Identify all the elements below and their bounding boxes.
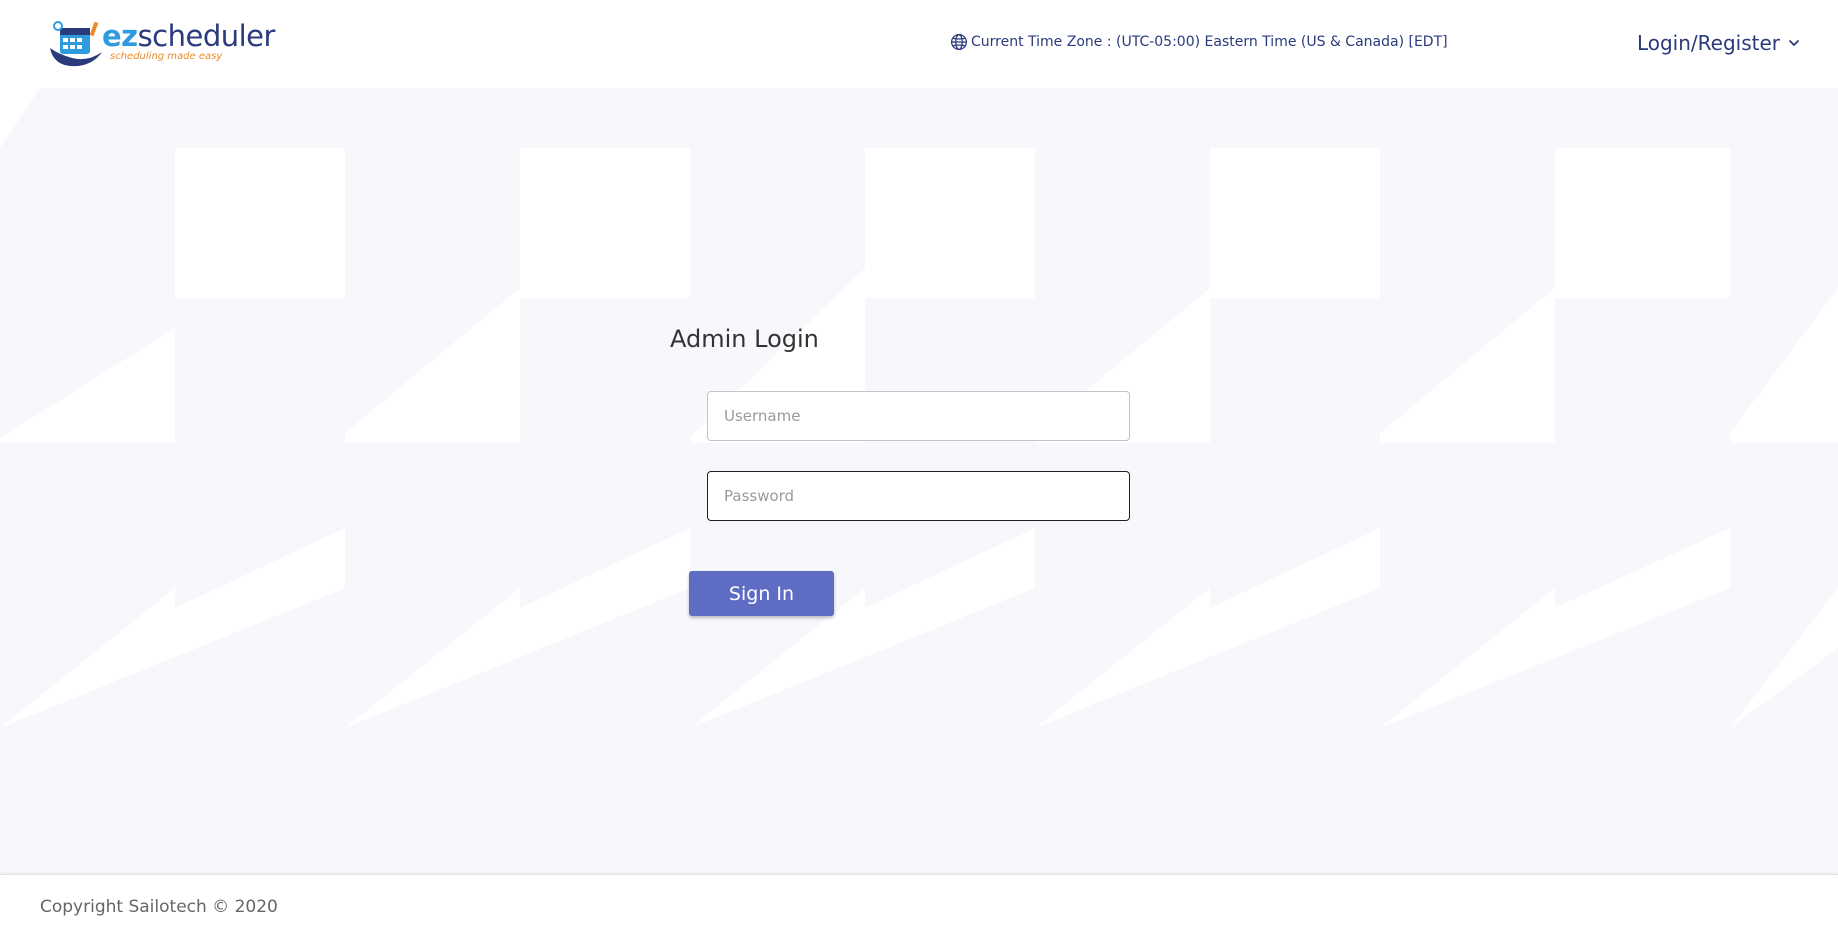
current-timezone: Current Time Zone : (UTC-05:00) Eastern … — [950, 33, 1448, 51]
password-input[interactable] — [707, 471, 1130, 521]
copyright-text: Copyright Sailotech © 2020 — [40, 897, 278, 917]
ezscheduler-logo[interactable]: ezscheduler scheduling made easy — [48, 18, 275, 70]
timezone-label: Current Time Zone : (UTC-05:00) Eastern … — [971, 34, 1448, 50]
logo-wordmark-rest: scheduler — [137, 19, 276, 53]
logo-wordmark: ezscheduler — [102, 22, 275, 51]
admin-login-page: ezscheduler scheduling made easy Current… — [0, 0, 1838, 938]
login-register-label: Login/Register — [1636, 31, 1780, 55]
page-footer: Copyright Sailotech © 2020 — [0, 874, 1838, 938]
top-header: ezscheduler scheduling made easy Current… — [0, 0, 1838, 88]
logo-tagline: scheduling made easy — [110, 51, 223, 62]
page-title: Admin Login — [670, 325, 819, 353]
login-register-menu[interactable]: Login/Register — [1637, 31, 1800, 55]
username-input[interactable] — [707, 391, 1130, 441]
calendar-logo-icon — [50, 21, 102, 67]
globe-icon — [950, 33, 968, 51]
chevron-down-icon — [1789, 40, 1799, 46]
sign-in-button[interactable]: Sign In — [689, 571, 834, 616]
logo-wordmark-prefix: ez — [102, 19, 138, 53]
